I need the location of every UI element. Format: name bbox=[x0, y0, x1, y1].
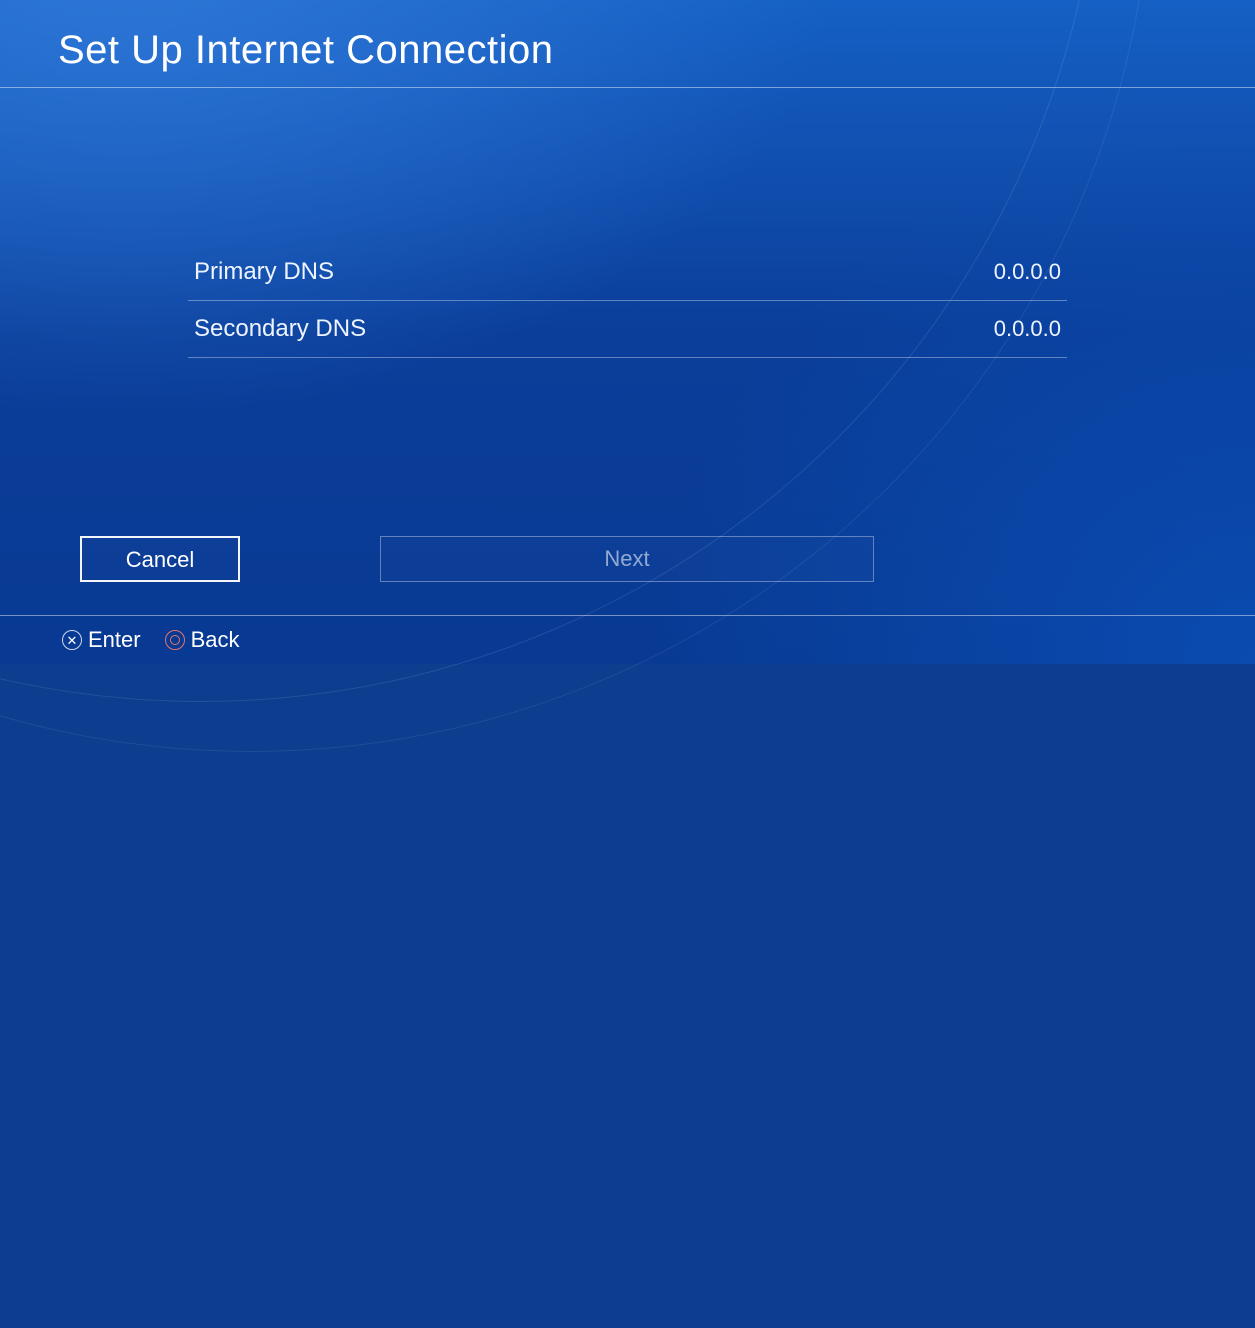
dns-secondary-row[interactable]: Secondary DNS 0.0.0.0 bbox=[188, 301, 1067, 358]
page-title: Set Up Internet Connection bbox=[0, 0, 1255, 87]
footer-back-label: Back bbox=[191, 627, 240, 653]
dns-secondary-value: 0.0.0.0 bbox=[994, 316, 1061, 342]
cancel-button[interactable]: Cancel bbox=[80, 536, 240, 582]
cross-icon: ✕ bbox=[62, 630, 82, 650]
dns-primary-label: Primary DNS bbox=[194, 258, 334, 286]
footer-enter-label: Enter bbox=[88, 627, 141, 653]
dns-primary-row[interactable]: Primary DNS 0.0.0.0 bbox=[188, 244, 1067, 301]
dns-primary-value: 0.0.0.0 bbox=[994, 259, 1061, 285]
dns-secondary-label: Secondary DNS bbox=[194, 315, 366, 343]
footer-hint-enter: ✕ Enter bbox=[62, 627, 141, 653]
next-button[interactable]: Next bbox=[380, 536, 874, 582]
footer-hint-back: Back bbox=[165, 627, 240, 653]
circle-icon bbox=[165, 630, 185, 650]
